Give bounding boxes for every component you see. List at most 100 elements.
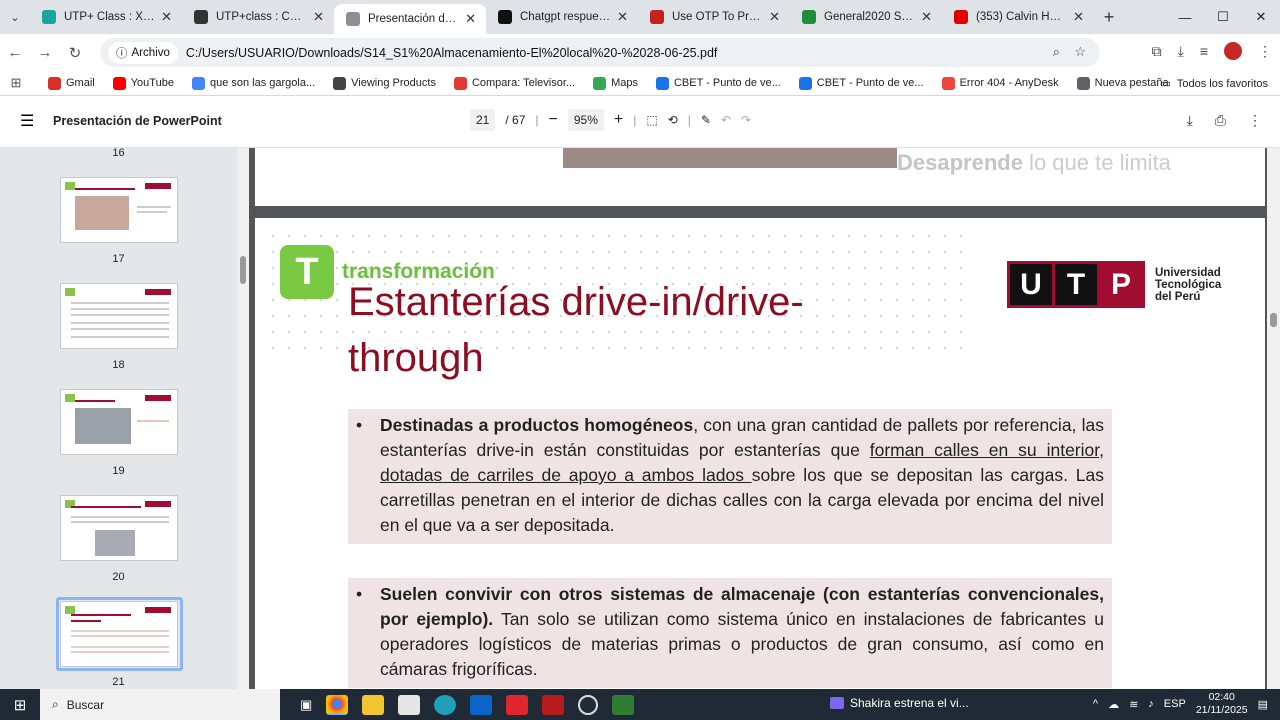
bookmark-7[interactable]: CBET - Punto de ve... — [655, 76, 781, 90]
close-tab-icon[interactable]: ✕ — [921, 9, 932, 25]
file-explorer-icon[interactable] — [362, 694, 385, 715]
rotate-icon[interactable]: ⟲ — [668, 113, 678, 127]
news-widget[interactable]: Shakira estrena el vi... — [830, 696, 969, 710]
viewer-scrollbar[interactable] — [1267, 148, 1280, 689]
wifi-icon[interactable]: ≋ — [1129, 698, 1138, 711]
tab-title: Presentación de PowerPoint — [368, 13, 459, 25]
bookmark-8[interactable]: CBET - Punto de ve... — [798, 76, 924, 90]
tab-title: Chatgpt respuesta a — [520, 11, 612, 23]
bookmark-favicon-icon — [1076, 76, 1090, 90]
bookmark-favicon-icon — [941, 76, 955, 90]
star-icon[interactable]: ☆ — [1074, 44, 1086, 60]
app-circle-icon[interactable] — [578, 694, 599, 715]
close-tab-icon[interactable]: ✕ — [313, 9, 324, 25]
tab-7[interactable]: (353) Calvin Harris - ✕ — [942, 0, 1094, 34]
thumb-number: 21 — [112, 676, 125, 688]
chrome-icon[interactable] — [326, 694, 349, 715]
close-tab-icon[interactable]: ✕ — [161, 9, 172, 25]
forward-button[interactable]: → — [30, 44, 60, 61]
media-icon[interactable]: ≡ — [1200, 43, 1208, 59]
zoom-input[interactable]: 95% — [567, 109, 604, 131]
maximize-button[interactable]: ☐ — [1204, 9, 1242, 25]
zoom-in-button[interactable]: + — [614, 111, 623, 129]
thumbnail-20[interactable] — [60, 495, 178, 561]
minimize-button[interactable]: — — [1166, 10, 1204, 25]
undo-icon[interactable]: ↶ — [721, 113, 731, 127]
close-tab-icon[interactable]: ✕ — [465, 11, 476, 27]
zoom-out-button[interactable]: − — [549, 111, 558, 129]
sidebar-scrollbar[interactable] — [237, 148, 249, 689]
tab-strip: ⌄ UTP+ Class : Xpedition✕UTP+class : Con… — [0, 0, 1280, 34]
bookmark-5[interactable]: Compara: Televisor... — [453, 76, 575, 90]
thumbnail-17[interactable] — [60, 177, 178, 243]
close-tab-icon[interactable]: ✕ — [617, 9, 628, 25]
cloud-icon[interactable]: ☁ — [1108, 698, 1119, 711]
bookmarks-bar: ⊞ Gmail YouTube que son las gargola... View… — [0, 71, 1280, 96]
bookmark-6[interactable]: Maps — [593, 76, 638, 90]
avatar[interactable] — [1224, 42, 1242, 60]
fit-page-icon[interactable]: ⬚ — [646, 113, 657, 127]
taskbar-search[interactable]: ⌕ Buscar — [40, 689, 280, 720]
extensions-icon[interactable]: ⧉ — [1152, 43, 1162, 60]
utp-logo: U T P Universidad Tecnológica del Perú — [1007, 261, 1221, 308]
bookmark-favicon-icon — [191, 76, 205, 90]
close-window-button[interactable]: ✕ — [1242, 9, 1280, 25]
bookmark-2[interactable]: YouTube — [112, 76, 174, 90]
close-tab-icon[interactable]: ✕ — [769, 9, 780, 25]
zoom-icon[interactable]: ⌕ — [1053, 44, 1060, 60]
bookmark-3[interactable]: que son las gargola... — [191, 76, 315, 90]
address-bar[interactable]: ⓘ Archivo C:/Users/USUARIO/Downloads/S14_… — [100, 38, 1100, 67]
new-tab-button[interactable]: + — [1094, 7, 1124, 28]
url-text: C:/Users/USUARIO/Downloads/S14_S1%20Alma… — [185, 45, 718, 60]
bookmark-4[interactable]: Viewing Products — [333, 76, 436, 90]
thumb-number: 19 — [112, 465, 125, 477]
all-bookmarks[interactable]: ▭ Todos los favoritos — [1160, 77, 1268, 91]
app-red-icon[interactable] — [542, 694, 565, 715]
close-tab-icon[interactable]: ✕ — [1073, 9, 1084, 25]
windows-start-icon[interactable]: ⊞ — [0, 696, 40, 714]
tab-6[interactable]: General2020 Stream ✕ — [790, 0, 942, 34]
page-number-input[interactable]: 21 — [470, 109, 496, 131]
back-button[interactable]: ← — [0, 44, 30, 61]
wps-icon[interactable] — [506, 694, 529, 715]
outlook-icon[interactable] — [470, 694, 493, 715]
bookmark-10[interactable]: Nueva pestaña — [1076, 76, 1169, 90]
bookmark-1[interactable]: Gmail — [48, 76, 95, 90]
annotate-icon[interactable]: ✎ — [701, 113, 711, 127]
bookmark-9[interactable]: Error 404 - AnyDesk — [941, 76, 1059, 90]
thumb-number: 17 — [112, 253, 125, 265]
tab-1[interactable]: UTP+ Class : Xpedition ✕ — [30, 0, 182, 34]
app-green-icon[interactable] — [612, 694, 635, 715]
pdf-more-icon[interactable]: ⋮ — [1248, 112, 1262, 129]
menu-icon[interactable]: ⋮ — [1258, 43, 1272, 60]
reload-button[interactable]: ↻ — [60, 44, 90, 62]
thumb-number: 18 — [112, 359, 125, 371]
pdf-download-icon[interactable]: ⤓ — [1187, 112, 1193, 129]
tab-search-button[interactable]: ⌄ — [0, 0, 30, 34]
tab-2[interactable]: UTP+class : Contenido ✕ — [182, 0, 334, 34]
folder-icon: ▭ — [1160, 78, 1171, 90]
thumbnail-19[interactable] — [60, 389, 178, 455]
tab-5[interactable]: Use OTP To Proceed ✕ — [638, 0, 790, 34]
tab-4[interactable]: Chatgpt respuesta a ✕ — [486, 0, 638, 34]
thumbnail-18[interactable] — [60, 283, 178, 349]
task-view-icon[interactable]: ▣ — [300, 697, 312, 713]
search-icon: ⌕ — [52, 697, 59, 711]
apps-icon[interactable]: ⊞ — [0, 75, 32, 91]
language-indicator[interactable]: ESP — [1164, 698, 1186, 710]
bookmark-favicon-icon — [453, 76, 467, 90]
tab-favicon-icon — [346, 12, 360, 26]
clock[interactable]: 02:40 21/11/2025 — [1196, 691, 1248, 717]
tab-favicon-icon — [194, 10, 208, 24]
tab-3[interactable]: Presentación de PowerPoint ✕ — [334, 4, 486, 34]
download-icon[interactable]: ⤓ — [1178, 43, 1184, 60]
volume-icon[interactable]: ♪ — [1148, 698, 1154, 710]
redo-icon[interactable]: ↷ — [741, 113, 751, 127]
file-chip[interactable]: ⓘ Archivo — [108, 41, 178, 64]
sidebar-menu-icon[interactable]: ☰ — [20, 111, 34, 131]
notifications-icon[interactable]: ▤ — [1258, 698, 1268, 711]
print-icon[interactable]: ⎙ — [1215, 112, 1226, 129]
chevron-up-icon[interactable]: ^ — [1093, 698, 1098, 710]
store-icon[interactable] — [398, 694, 421, 715]
edge-icon[interactable] — [434, 694, 457, 715]
